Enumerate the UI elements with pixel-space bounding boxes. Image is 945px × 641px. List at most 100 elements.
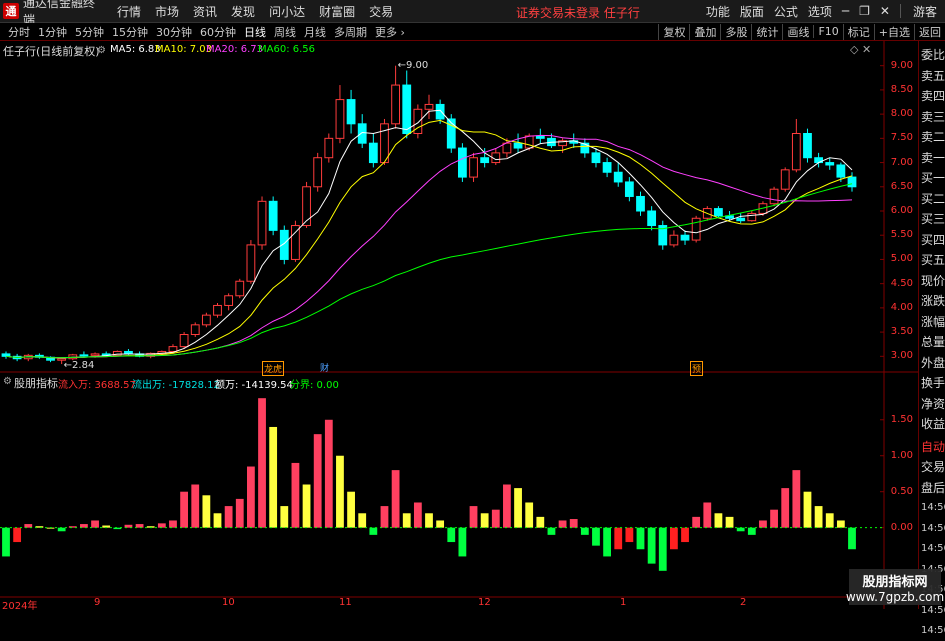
close-icon[interactable]: ✕: [880, 4, 890, 18]
f10-button[interactable]: F10: [813, 25, 842, 38]
event-forecast[interactable]: 预: [690, 361, 704, 376]
side-item[interactable]: 涨跌: [921, 291, 945, 311]
sub-bar: [836, 520, 845, 528]
menu-quotes[interactable]: 行情: [117, 3, 141, 20]
candle-body: [179, 334, 189, 348]
side-item[interactable]: 卖三: [921, 107, 945, 127]
candle-body: [791, 133, 801, 171]
sub-bar: [480, 513, 489, 528]
restore-icon[interactable]: ❐: [859, 4, 870, 18]
draw-button[interactable]: 画线: [782, 23, 813, 40]
side-time: 14:56: [921, 522, 945, 534]
chart-controls[interactable]: ◇ ✕: [850, 43, 871, 56]
candle-body: [591, 152, 601, 164]
side-item[interactable]: 收益: [921, 414, 945, 434]
login-warning[interactable]: 证券交易未登录 任子行: [516, 4, 640, 21]
period-multi[interactable]: 多周期: [334, 24, 367, 40]
period-1min[interactable]: 1分钟: [38, 24, 67, 40]
candle-body: [435, 103, 445, 120]
period-5min[interactable]: 5分钟: [75, 24, 104, 40]
event-finance[interactable]: 财: [320, 361, 329, 374]
side-item[interactable]: 现价: [921, 271, 945, 291]
sub-bar: [402, 513, 411, 528]
minimize-icon[interactable]: ─: [842, 4, 849, 18]
period-more[interactable]: 更多 ›: [375, 24, 405, 40]
period-monthly[interactable]: 月线: [304, 24, 326, 40]
chart-area[interactable]: [0, 41, 918, 609]
sub-bar: [235, 498, 244, 528]
period-60min[interactable]: 60分钟: [200, 24, 236, 40]
period-intraday[interactable]: 分时: [8, 24, 30, 40]
side-item[interactable]: 买二: [921, 189, 945, 209]
side-item[interactable]: 自动: [921, 437, 945, 457]
adjust-button[interactable]: 复权: [658, 23, 689, 40]
period-15min[interactable]: 15分钟: [112, 24, 148, 40]
candle-body: [335, 99, 345, 139]
price-tick: 4.00: [890, 301, 913, 313]
sub-gear-icon[interactable]: ⚙: [3, 376, 12, 387]
sub-bar: [770, 509, 778, 528]
side-item[interactable]: 买三: [921, 209, 945, 229]
side-item[interactable]: 外盘: [921, 353, 945, 373]
price-tick: 3.00: [890, 350, 913, 362]
event-dragon-tiger[interactable]: 龙虎: [262, 361, 285, 376]
sub-bar: [391, 470, 400, 528]
stats-button[interactable]: 统计: [751, 23, 782, 40]
candle-body: [636, 195, 645, 212]
side-item[interactable]: 净资: [921, 394, 945, 414]
guest-user[interactable]: 游客: [913, 3, 937, 20]
sub-bar: [202, 495, 211, 528]
side-item[interactable]: 卖一: [921, 148, 945, 168]
overlay-button[interactable]: 叠加: [689, 23, 720, 40]
menu-news[interactable]: 资讯: [193, 3, 217, 20]
low-price-label: ←2.84: [63, 360, 95, 372]
period-weekly[interactable]: 周线: [274, 24, 296, 40]
side-item[interactable]: 卖四: [921, 86, 945, 106]
back-button[interactable]: 返回: [914, 23, 945, 40]
menu-market[interactable]: 市场: [155, 3, 179, 20]
side-item[interactable]: 卖五: [921, 66, 945, 86]
side-time: 14:56: [921, 543, 945, 554]
sub-bar: [792, 470, 801, 528]
mark-button[interactable]: 标记: [842, 23, 874, 40]
boundary-label: 分界: 0.00: [290, 380, 339, 391]
sub-bar: [336, 455, 344, 528]
side-item[interactable]: 换手: [921, 373, 945, 393]
menu-discover[interactable]: 发现: [231, 3, 255, 20]
close-icon: ✕: [861, 43, 872, 56]
side-item[interactable]: 买一: [921, 168, 945, 188]
sub-bar: [280, 506, 289, 528]
side-item[interactable]: 卖二: [921, 127, 945, 147]
period-daily[interactable]: 日线: [244, 24, 266, 40]
menu-layout[interactable]: 版面: [740, 3, 764, 20]
candle-body: [803, 133, 812, 159]
side-item[interactable]: 买五: [921, 250, 945, 270]
menu-trade[interactable]: 交易: [369, 3, 393, 20]
menu-formula[interactable]: 公式: [774, 3, 798, 20]
price-tick: 7.50: [890, 132, 913, 144]
price-tick: 8.50: [890, 83, 913, 95]
candle-body: [1, 353, 11, 357]
multi-stock-button[interactable]: 多股: [720, 23, 751, 40]
sub-bar: [169, 520, 177, 528]
watermark: 股朋指标网 www.7gpzb.com: [846, 569, 944, 605]
menu-ask[interactable]: 问小达: [269, 3, 305, 20]
sub-tick: 1.50: [890, 413, 913, 425]
side-item[interactable]: 交易: [921, 457, 945, 477]
side-item[interactable]: 委比: [921, 45, 945, 65]
side-time: 14:56: [921, 502, 945, 513]
sub-bar: [558, 520, 567, 528]
menu-function[interactable]: 功能: [706, 3, 730, 20]
sub-bar: [725, 516, 734, 528]
period-30min[interactable]: 30分钟: [156, 24, 192, 40]
sub-bar: [347, 491, 355, 528]
side-item[interactable]: 总量: [921, 332, 945, 352]
menu-wealth[interactable]: 财富圈: [319, 3, 355, 20]
gear-icon[interactable]: ⚙: [97, 45, 106, 56]
side-item[interactable]: 盘后: [921, 478, 945, 498]
menu-options[interactable]: 选项: [808, 3, 832, 20]
sub-bar: [135, 524, 144, 528]
side-item[interactable]: 买四: [921, 230, 945, 250]
side-item[interactable]: 涨幅: [921, 312, 945, 332]
add-watchlist-button[interactable]: +自选: [873, 23, 914, 40]
